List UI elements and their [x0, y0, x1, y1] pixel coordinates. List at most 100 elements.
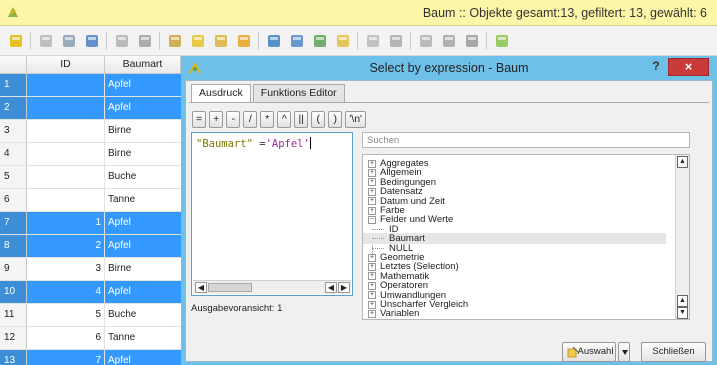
operator-button[interactable]: ): [328, 111, 343, 128]
row-number[interactable]: 9: [0, 258, 27, 280]
table-row[interactable]: 6 Tanne: [0, 189, 181, 212]
cell-id[interactable]: 3: [27, 258, 105, 280]
select-button[interactable]: Auswahl: [562, 342, 616, 362]
tab-ausdruck[interactable]: Ausdruck: [191, 84, 251, 103]
expand-icon[interactable]: +: [368, 253, 376, 262]
delete-field-icon[interactable]: [441, 33, 457, 49]
cell-baumart[interactable]: Buche: [105, 304, 181, 326]
cell-baumart[interactable]: Apfel: [105, 281, 181, 303]
tree-vertical-scrollbar[interactable]: ▲ ▲ ▼: [675, 155, 689, 319]
table-corner[interactable]: [0, 56, 27, 73]
cell-id[interactable]: [27, 74, 105, 96]
table-row[interactable]: 3 Birne: [0, 120, 181, 143]
reload-icon[interactable]: [84, 33, 100, 49]
tab-funktions-editor[interactable]: Funktions Editor: [252, 84, 345, 102]
table-row[interactable]: 4 Birne: [0, 143, 181, 166]
table-row[interactable]: 10 4 Apfel: [0, 281, 181, 304]
cell-id[interactable]: 7: [27, 350, 105, 365]
table-row[interactable]: 11 5 Buche: [0, 304, 181, 327]
cell-id[interactable]: [27, 97, 105, 119]
scroll-down-arrow-icon[interactable]: ▼: [677, 307, 688, 319]
save-edits-icon[interactable]: [61, 33, 77, 49]
expand-icon[interactable]: +: [368, 281, 376, 290]
row-number[interactable]: 5: [0, 166, 27, 188]
scroll-up-arrow-icon[interactable]: ▲: [677, 156, 688, 168]
expand-icon[interactable]: +: [368, 309, 376, 318]
cell-id[interactable]: [27, 120, 105, 142]
cell-id[interactable]: 1: [27, 212, 105, 234]
filter-icon[interactable]: [266, 33, 282, 49]
expression-editor[interactable]: "Baumart" ='Apfel' ◀ ◀ ▶: [191, 132, 353, 296]
attribute-table[interactable]: ID Baumart 1 Apfel 2 Apfel 3 Birne 4 Birne 5 Buch…: [0, 56, 181, 365]
operator-button[interactable]: -: [226, 111, 241, 128]
copy-icon[interactable]: [365, 33, 381, 49]
scroll-up-arrow-icon-2[interactable]: ▲: [677, 295, 688, 307]
row-number[interactable]: 1: [0, 74, 27, 96]
cell-baumart[interactable]: Apfel: [105, 350, 181, 365]
cell-baumart[interactable]: Birne: [105, 143, 181, 165]
row-number[interactable]: 10: [0, 281, 27, 303]
delete-feature-icon[interactable]: [137, 33, 153, 49]
operator-button[interactable]: =: [192, 111, 207, 128]
operator-button[interactable]: '\n': [345, 111, 367, 128]
cell-baumart[interactable]: Tanne: [105, 189, 181, 211]
cell-baumart[interactable]: Apfel: [105, 235, 181, 257]
column-header-baumart[interactable]: Baumart: [105, 56, 181, 73]
operator-button[interactable]: +: [209, 111, 224, 128]
close-button[interactable]: Schließen: [641, 342, 706, 362]
cell-id[interactable]: [27, 189, 105, 211]
table-row[interactable]: 9 3 Birne: [0, 258, 181, 281]
deselect-icon[interactable]: [236, 33, 252, 49]
expand-icon[interactable]: +: [368, 197, 376, 206]
row-number[interactable]: 12: [0, 327, 27, 349]
expand-icon[interactable]: +: [368, 300, 376, 309]
collapse-icon[interactable]: −: [368, 215, 376, 224]
row-number[interactable]: 11: [0, 304, 27, 326]
edit-icon[interactable]: [38, 33, 54, 49]
column-header-id[interactable]: ID: [27, 56, 105, 73]
row-number[interactable]: 7: [0, 212, 27, 234]
expand-icon[interactable]: +: [368, 178, 376, 187]
cell-baumart[interactable]: Birne: [105, 258, 181, 280]
scrollbar-thumb[interactable]: [208, 283, 252, 292]
select-expression-icon[interactable]: [167, 33, 183, 49]
row-number[interactable]: 8: [0, 235, 27, 257]
row-number[interactable]: 3: [0, 120, 27, 142]
table-row[interactable]: 12 6 Tanne: [0, 327, 181, 350]
table-row[interactable]: 1 Apfel: [0, 74, 181, 97]
expand-icon[interactable]: +: [368, 187, 376, 196]
cell-baumart[interactable]: Apfel: [105, 97, 181, 119]
cell-baumart[interactable]: Birne: [105, 120, 181, 142]
row-number[interactable]: 13: [0, 350, 27, 365]
row-number[interactable]: 2: [0, 97, 27, 119]
cell-baumart[interactable]: Buche: [105, 166, 181, 188]
editor-horizontal-scrollbar[interactable]: ◀ ◀ ▶: [193, 280, 351, 294]
expand-icon[interactable]: +: [368, 159, 376, 168]
expand-icon[interactable]: +: [368, 262, 376, 271]
cell-baumart[interactable]: Apfel: [105, 212, 181, 234]
operator-button[interactable]: (: [311, 111, 326, 128]
help-button[interactable]: ?: [649, 59, 663, 75]
cell-id[interactable]: [27, 143, 105, 165]
new-field-icon[interactable]: [418, 33, 434, 49]
paste-icon[interactable]: [388, 33, 404, 49]
row-number[interactable]: 6: [0, 189, 27, 211]
expand-icon[interactable]: +: [368, 168, 376, 177]
operator-button[interactable]: *: [260, 111, 275, 128]
cell-id[interactable]: 6: [27, 327, 105, 349]
table-row[interactable]: 2 Apfel: [0, 97, 181, 120]
conditional-format-icon[interactable]: [494, 33, 510, 49]
expand-icon[interactable]: +: [368, 291, 376, 300]
tree-group-item[interactable]: + Variablen: [363, 308, 419, 319]
cell-baumart[interactable]: Tanne: [105, 327, 181, 349]
add-feature-icon[interactable]: [114, 33, 130, 49]
table-row[interactable]: 13 7 Apfel: [0, 350, 181, 365]
pan-to-selected-icon[interactable]: [312, 33, 328, 49]
scroll-left-arrow-icon[interactable]: ◀: [195, 282, 207, 293]
select-all-icon[interactable]: [190, 33, 206, 49]
row-number[interactable]: 4: [0, 143, 27, 165]
operator-button[interactable]: ^: [277, 111, 292, 128]
zoom-to-selected-icon[interactable]: [335, 33, 351, 49]
function-tree[interactable]: ▲ ▲ ▼ + Aggregates + Allgemein + Bedingungen +…: [362, 154, 690, 320]
table-row[interactable]: 7 1 Apfel: [0, 212, 181, 235]
